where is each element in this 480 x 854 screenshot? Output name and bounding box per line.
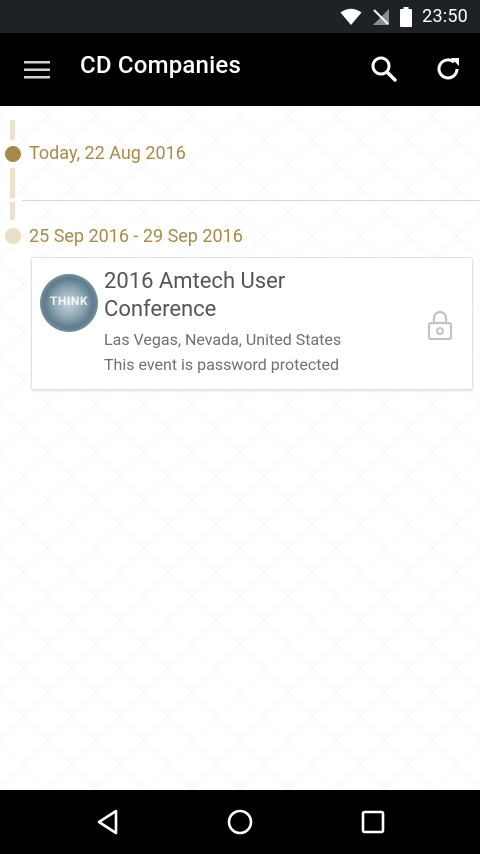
event-card[interactable]: THINK 2016 Amtech User Conference Las Ve… — [31, 257, 473, 390]
back-icon — [97, 809, 118, 835]
no-signal-icon — [373, 8, 390, 25]
timeline-divider — [22, 200, 480, 201]
today-dot — [5, 146, 21, 162]
battery-icon — [400, 6, 413, 27]
status-time: 23:50 — [422, 6, 468, 27]
event-avatar: THINK — [40, 274, 98, 332]
timeline-line-lower — [10, 202, 15, 220]
wifi-icon — [340, 8, 362, 25]
home-icon — [227, 809, 253, 835]
event-location: Las Vegas, Nevada, United States — [104, 330, 342, 349]
status-icons: 23:50 — [340, 0, 468, 33]
home-button[interactable] — [224, 806, 256, 838]
lock-icon — [427, 310, 453, 340]
event-password-note: This event is password protected — [104, 355, 339, 374]
app-bar: CD Companies — [0, 33, 480, 106]
avatar-logo-text: THINK — [49, 294, 88, 308]
app-title: CD Companies — [80, 51, 242, 79]
date-range-label: 25 Sep 2016 - 29 Sep 2016 — [29, 226, 243, 247]
search-button[interactable] — [368, 53, 400, 85]
search-icon — [371, 56, 397, 82]
timeline-line-top — [10, 120, 15, 140]
timeline-line-mid — [10, 168, 15, 198]
status-bar: 23:50 — [0, 0, 480, 33]
refresh-icon — [437, 58, 459, 80]
event-timeline[interactable]: Today, 22 Aug 2016 25 Sep 2016 - 29 Sep … — [0, 106, 480, 790]
menu-button[interactable] — [22, 55, 52, 85]
today-label: Today, 22 Aug 2016 — [29, 143, 186, 164]
recents-button[interactable] — [357, 806, 389, 838]
back-button[interactable] — [92, 806, 124, 838]
navigation-bar — [0, 790, 480, 854]
menu-icon — [24, 61, 50, 79]
event-title: 2016 Amtech User Conference — [104, 269, 286, 322]
refresh-button[interactable] — [432, 53, 464, 85]
recents-icon — [361, 810, 385, 834]
date-group-dot — [5, 228, 21, 244]
